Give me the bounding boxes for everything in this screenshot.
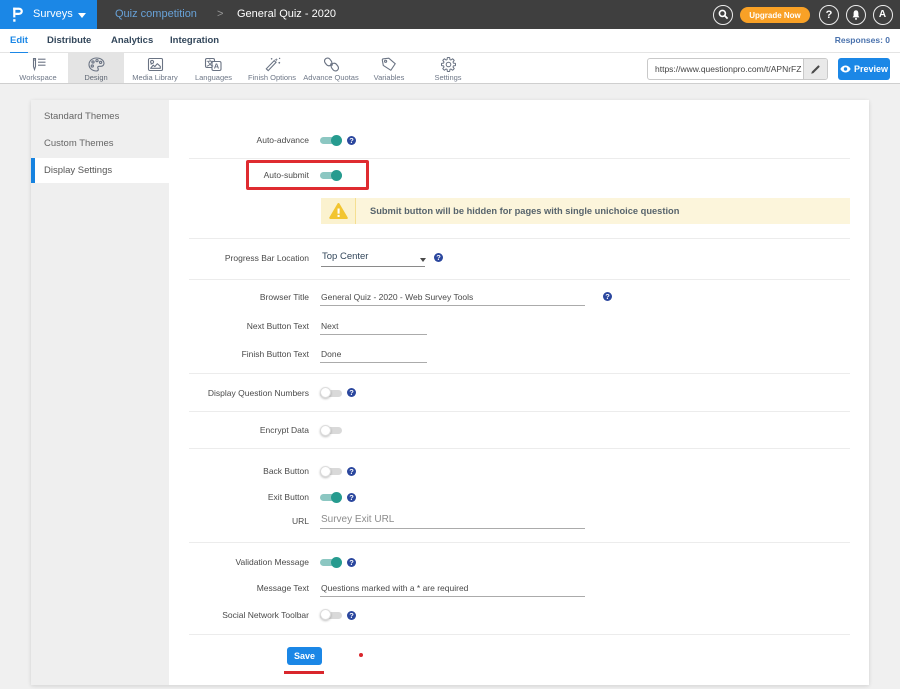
svg-text:A: A	[214, 62, 220, 71]
